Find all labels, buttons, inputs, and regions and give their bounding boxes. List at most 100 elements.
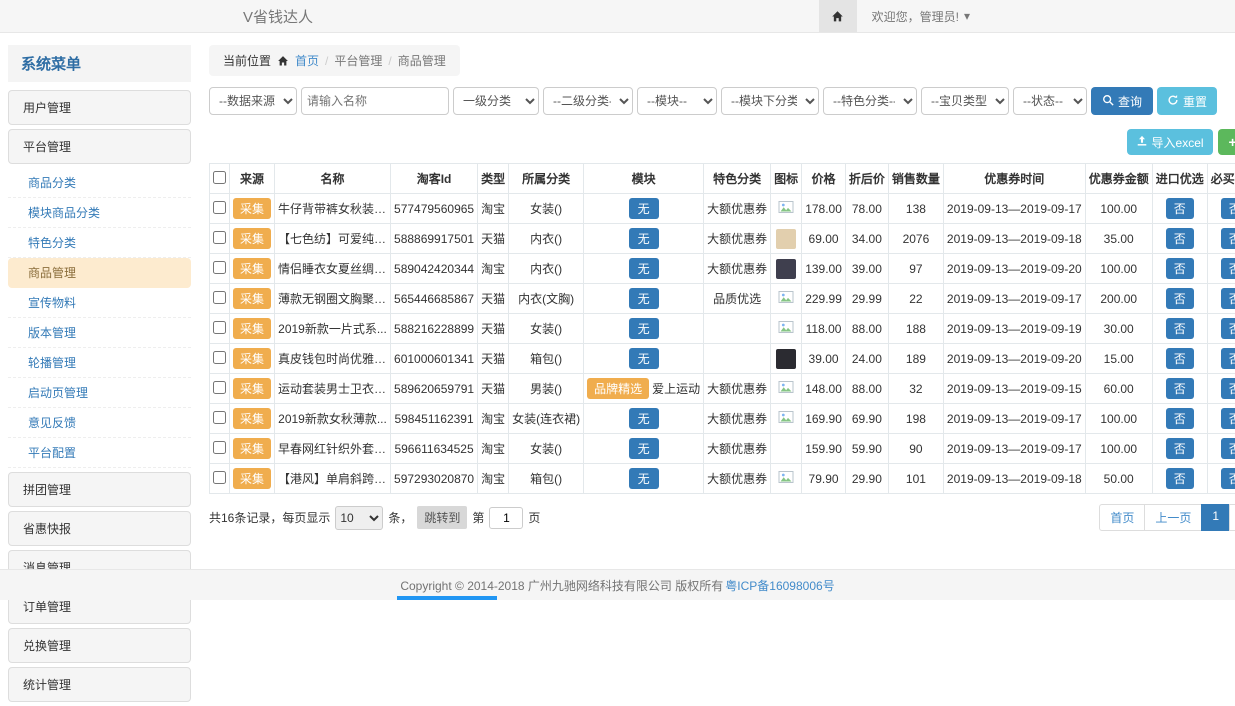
sidebar-subitem[interactable]: 模块商品分类 [8,198,191,228]
category-cell: 男装() [509,374,584,404]
select-all-checkbox[interactable] [213,171,226,184]
row-checkbox[interactable] [213,291,226,304]
filter-feature-category[interactable]: --特色分类-- [823,87,917,115]
column-header: 销售数量 [888,164,943,194]
home-button[interactable] [819,0,857,32]
import-select-toggle[interactable]: 否 [1166,468,1194,489]
must-buy-toggle[interactable]: 否 [1221,258,1235,279]
feature-category-cell [704,314,771,344]
row-checkbox[interactable] [213,441,226,454]
module-cell: 无 [584,284,704,314]
import-select-toggle[interactable]: 否 [1166,438,1194,459]
sidebar-group-header[interactable]: 兑换管理 [8,628,191,663]
sidebar-subitem[interactable]: 特色分类 [8,228,191,258]
must-buy-toggle[interactable]: 否 [1221,468,1235,489]
page-button[interactable]: 1 [1201,504,1230,531]
sidebar-group-header[interactable]: 平台管理 [8,129,191,164]
import-select-toggle[interactable]: 否 [1166,378,1194,399]
filter-status[interactable]: --状态-- [1013,87,1087,115]
filter-module-subcategory[interactable]: --模块下分类-- [721,87,819,115]
icp-link[interactable]: 粤ICP备16098006号 [725,577,834,594]
module-badge[interactable]: 品牌精选 [587,378,649,399]
filter-name-input[interactable] [301,87,449,115]
sidebar-group-header[interactable]: 统计管理 [8,667,191,702]
discount-price-cell: 59.90 [845,434,888,464]
row-select-cell [210,224,230,254]
row-checkbox[interactable] [213,321,226,334]
source-cell: 采集 [230,314,275,344]
jump-button[interactable]: 跳转到 [417,506,467,529]
row-checkbox[interactable] [213,381,226,394]
import-select-toggle[interactable]: 否 [1166,258,1194,279]
must-buy-toggle[interactable]: 否 [1221,288,1235,309]
sidebar-subitem[interactable]: 宣传物料 [8,288,191,318]
page-number-input[interactable] [489,507,523,529]
import-select-toggle[interactable]: 否 [1166,288,1194,309]
sidebar-subitem[interactable]: 轮播管理 [8,348,191,378]
source-badge: 采集 [233,378,271,399]
row-checkbox[interactable] [213,261,226,274]
product-name-cell: 牛仔背带裤女秋装减龄... [275,194,391,224]
row-checkbox[interactable] [213,351,226,364]
module-badge[interactable]: 无 [629,438,659,459]
module-badge[interactable]: 无 [629,408,659,429]
user-menu[interactable]: 欢迎您，管理员! ▾ [857,0,985,32]
row-checkbox[interactable] [213,231,226,244]
sidebar-subitem[interactable]: 版本管理 [8,318,191,348]
breadcrumb: 当前位置 首页 / 平台管理 / 商品管理 [209,45,460,76]
sales-count-cell: 90 [888,434,943,464]
import-select-toggle[interactable]: 否 [1166,348,1194,369]
must-buy-toggle[interactable]: 否 [1221,438,1235,459]
product-table: 来源名称淘客Id类型所属分类模块特色分类图标价格折后价销售数量优惠券时间优惠券金… [209,163,1235,494]
page-button[interactable]: 首页 [1099,504,1145,531]
import-select-toggle[interactable]: 否 [1166,228,1194,249]
per-page-select[interactable]: 10 [335,506,383,530]
must-buy-toggle[interactable]: 否 [1221,408,1235,429]
module-badge[interactable]: 无 [629,348,659,369]
filter-data-source[interactable]: --数据来源-- [209,87,297,115]
must-buy-toggle[interactable]: 否 [1221,198,1235,219]
import-excel-button[interactable]: 导入excel [1127,129,1213,155]
filter-item-type[interactable]: --宝贝类型-- [921,87,1009,115]
import-select-toggle[interactable]: 否 [1166,198,1194,219]
must-buy-toggle[interactable]: 否 [1221,348,1235,369]
row-checkbox[interactable] [213,471,226,484]
sidebar-subitem[interactable]: 平台配置 [8,438,191,468]
sidebar-subitem[interactable]: 启动页管理 [8,378,191,408]
module-badge[interactable]: 无 [629,318,659,339]
sidebar-subitem[interactable]: 商品分类 [8,168,191,198]
reset-button[interactable]: 重置 [1157,87,1217,115]
taoke-id-cell: 601000601341 [391,344,478,374]
import-select-toggle[interactable]: 否 [1166,408,1194,429]
sidebar-subitem[interactable]: 商品管理 [8,258,191,288]
search-button[interactable]: 查询 [1091,87,1153,115]
page-button[interactable]: 上一页 [1144,504,1202,531]
row-checkbox[interactable] [213,411,226,424]
sidebar-group-header[interactable]: 省惠快报 [8,511,191,546]
sidebar-subitem[interactable]: 意见反馈 [8,408,191,438]
must-buy-toggle[interactable]: 否 [1221,378,1235,399]
filter-level1-category[interactable]: 一级分类 [453,87,539,115]
must-buy-toggle[interactable]: 否 [1221,228,1235,249]
breadcrumb-home-link[interactable]: 首页 [295,52,319,69]
module-badge[interactable]: 无 [629,228,659,249]
module-badge[interactable]: 无 [629,198,659,219]
module-badge[interactable]: 无 [629,468,659,489]
module-badge[interactable]: 无 [629,288,659,309]
topbar: V省钱达人 欢迎您，管理员! ▾ [0,0,1235,33]
import-select-toggle[interactable]: 否 [1166,318,1194,339]
filter-level2-category[interactable]: --二级分类-- [543,87,633,115]
add-button[interactable]: + 添加 [1218,129,1235,155]
discount-price-cell: 88.00 [845,374,888,404]
sidebar-group-header[interactable]: 用户管理 [8,90,191,125]
filter-module[interactable]: --模块-- [637,87,717,115]
discount-price-cell: 78.00 [845,194,888,224]
row-checkbox[interactable] [213,201,226,214]
sidebar-group-header[interactable]: 拼团管理 [8,472,191,507]
page-button[interactable]: 2 [1229,504,1235,531]
module-badge[interactable]: 无 [629,258,659,279]
type-cell: 天猫 [478,284,509,314]
coupon-time-cell: 2019-09-13—2019-09-17 [943,404,1085,434]
icon-cell [771,314,802,344]
must-buy-toggle[interactable]: 否 [1221,318,1235,339]
